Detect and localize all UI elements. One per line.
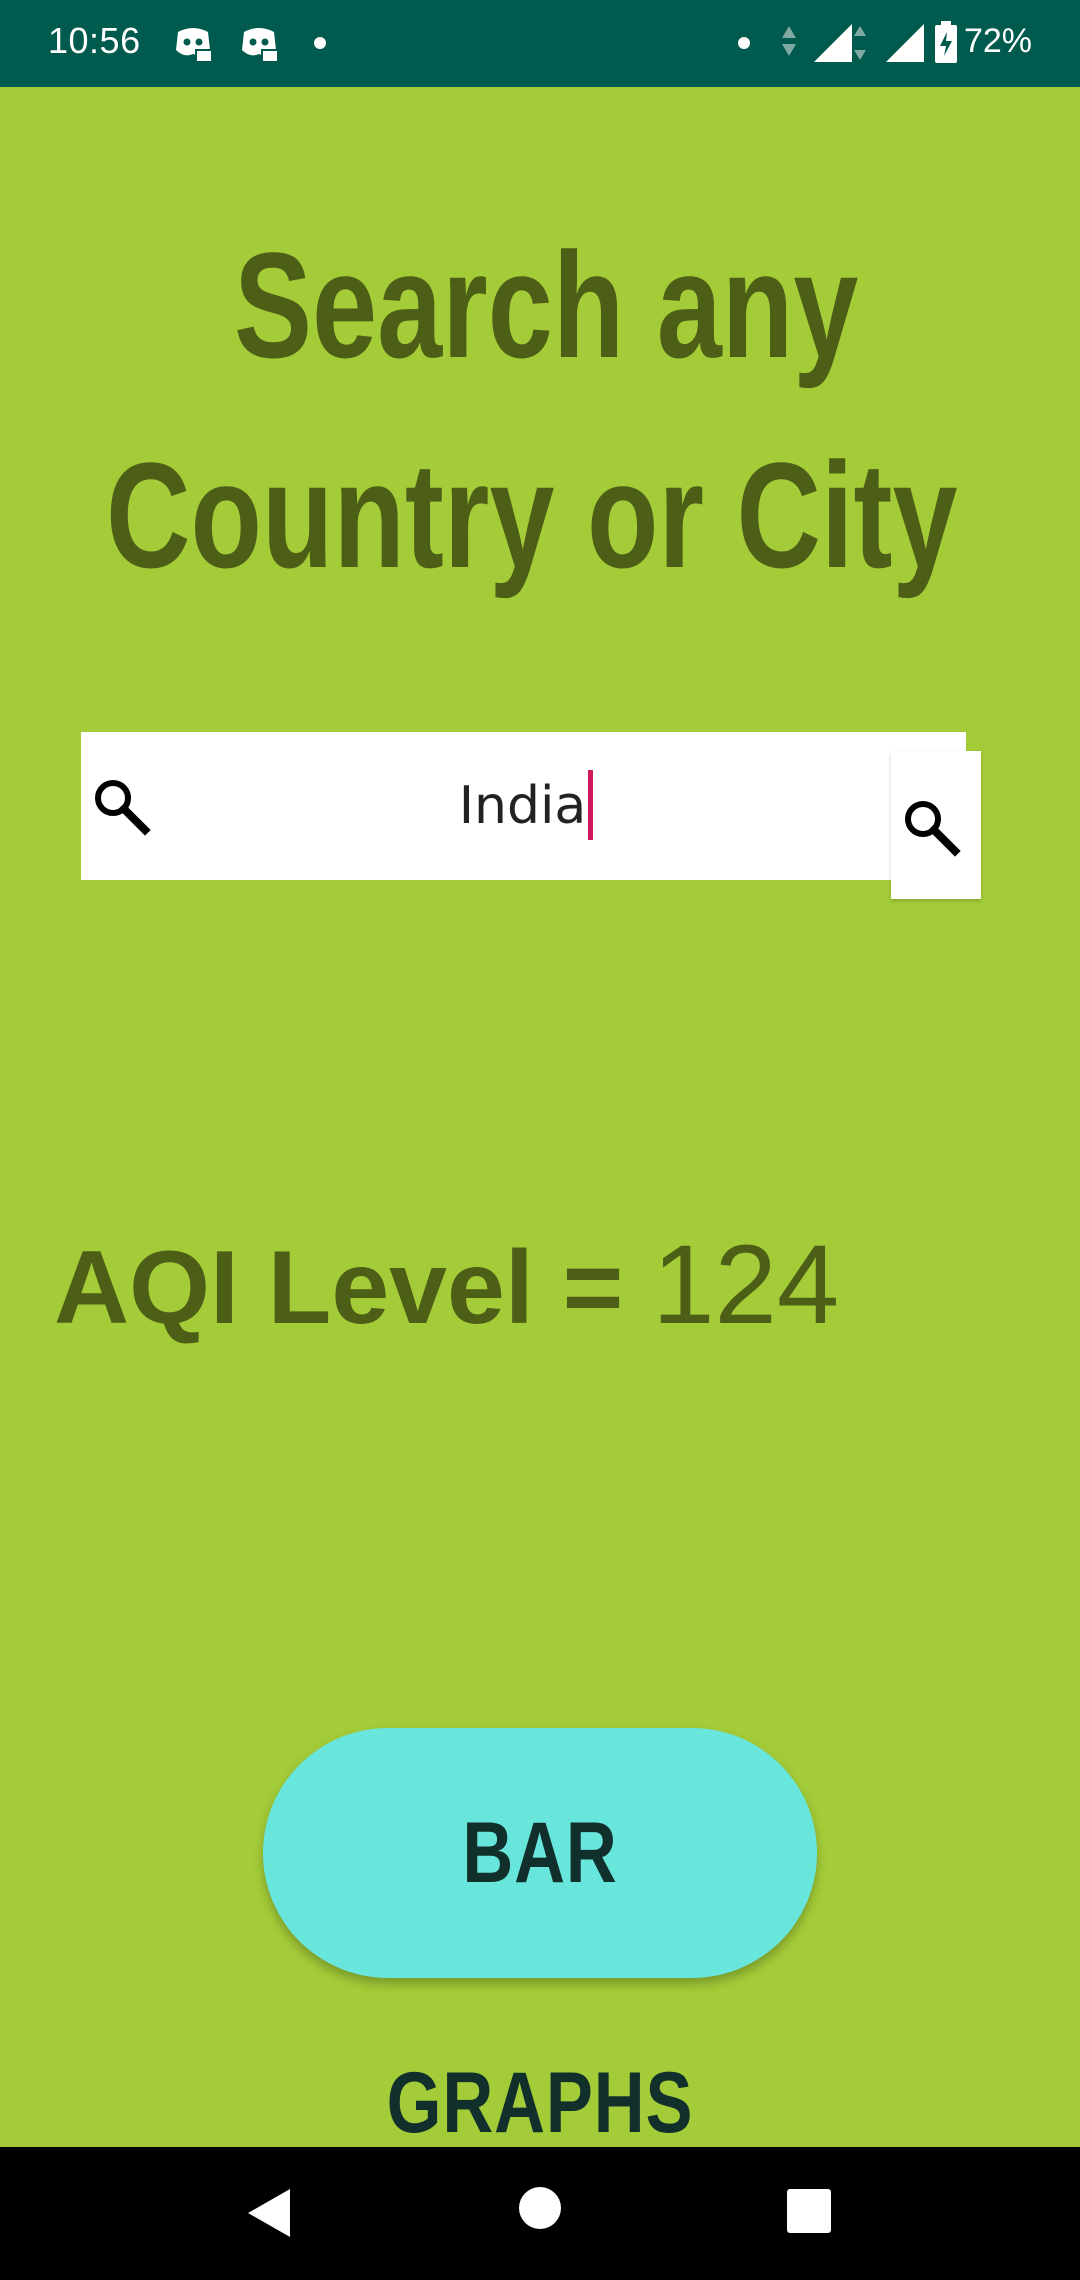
home-icon[interactable] bbox=[517, 2185, 563, 2236]
search-input-value: India bbox=[458, 776, 587, 836]
search-input[interactable]: India bbox=[191, 732, 861, 880]
back-icon[interactable] bbox=[240, 2183, 300, 2248]
text-caret bbox=[588, 770, 594, 840]
data-arrows-icon bbox=[780, 24, 798, 63]
svg-text:×: × bbox=[838, 43, 855, 64]
search-button[interactable] bbox=[891, 751, 981, 899]
search-box[interactable]: India bbox=[81, 732, 966, 880]
signal-x-icon: × bbox=[884, 22, 926, 69]
search-icon bbox=[899, 795, 963, 864]
discord-icon bbox=[238, 24, 280, 69]
aqi-level: AQI Level = 124 bbox=[54, 1220, 839, 1347]
navigation-bar bbox=[0, 2147, 1080, 2280]
signal-x-icon: × bbox=[812, 22, 868, 69]
recents-icon[interactable] bbox=[785, 2187, 833, 2240]
headline-line-2: Country or City bbox=[106, 431, 958, 599]
svg-text:×: × bbox=[908, 43, 925, 64]
status-bar: 10:56 × × 72% bbox=[0, 0, 1080, 87]
dot-icon bbox=[737, 36, 751, 55]
discord-icon bbox=[172, 24, 214, 69]
search-icon bbox=[89, 774, 153, 843]
battery-charging-icon bbox=[934, 20, 958, 69]
headline-line-1: Search any bbox=[234, 221, 859, 389]
bar-graphs-button[interactable]: BAR GRAPHS bbox=[263, 1728, 817, 2151]
status-time: 10:56 bbox=[48, 20, 141, 61]
aqi-value: 124 bbox=[652, 1222, 840, 1347]
battery-percent: 72% bbox=[963, 22, 1032, 60]
notification-dot-icon bbox=[313, 36, 327, 55]
aqi-label: AQI Level = bbox=[54, 1230, 653, 1346]
